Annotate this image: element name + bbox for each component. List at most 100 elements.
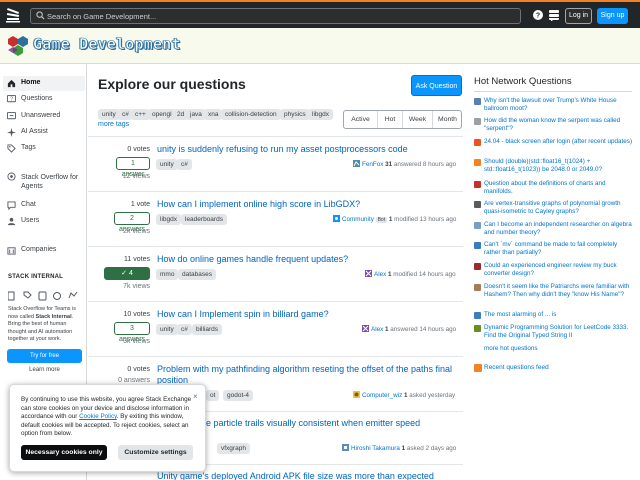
view-count: 2k views — [123, 228, 150, 235]
tag-collision-detection[interactable]: collision-detection — [221, 109, 281, 120]
tag-vfxgraph[interactable]: vfxgraph — [217, 443, 250, 454]
hot-network-question-link[interactable]: Should (double)(std::float16_t(1024) + s… — [484, 158, 634, 174]
try-for-free-button[interactable]: Try for free — [7, 349, 82, 363]
sidebar-item-label: Unanswered — [21, 112, 61, 119]
tag-libgdx[interactable]: libgdx — [308, 109, 333, 120]
tag-java[interactable]: java — [186, 109, 206, 120]
question-title-link[interactable]: How can I Implement spin in billiard gam… — [157, 309, 457, 320]
filter-month[interactable]: Month — [433, 111, 461, 128]
user-avatar-icon[interactable] — [362, 325, 369, 332]
sidebar-item-questions[interactable]: ? Questions — [3, 92, 85, 107]
tag-mmo[interactable]: mmo — [156, 269, 179, 280]
hot-network-question-link[interactable]: Why isn't the lawsuit over Trump's White… — [484, 97, 634, 113]
activity-time[interactable]: answered 14 hours ago — [390, 326, 456, 333]
sidebar-item-unanswered[interactable]: Unanswered — [3, 109, 85, 124]
tag-unity[interactable]: unity — [156, 159, 178, 170]
hot-network-question-link[interactable]: Question about the definitions of charts… — [484, 180, 634, 196]
hot-network-question-link[interactable]: 24.04 - black screen after login (after … — [484, 138, 634, 146]
search-box[interactable] — [30, 8, 521, 24]
tag-billiards[interactable]: billiards — [192, 324, 223, 335]
site-icon — [474, 139, 481, 146]
sidebar-item-home[interactable]: Home — [3, 76, 85, 91]
user-link[interactable]: Hiroshi Takamura — [351, 445, 400, 452]
user-avatar-icon[interactable] — [342, 444, 349, 451]
question-title-link[interactable]: How do online games handle frequent upda… — [157, 254, 457, 265]
tag-csharp[interactable]: c# — [177, 159, 192, 170]
cookie-policy-link[interactable]: Cookie Policy — [79, 413, 117, 420]
agents-icon — [7, 172, 16, 181]
divider — [474, 91, 632, 92]
activity-time[interactable]: answered 8 hours ago — [394, 161, 456, 168]
user-reputation: 1 — [401, 445, 406, 452]
necessary-cookies-button[interactable]: Necessary cookies only — [21, 445, 107, 460]
tag-leaderboards[interactable]: leaderboards — [181, 214, 227, 225]
sidebar-item-agents[interactable]: Stack Overflow for Agents — [3, 170, 85, 192]
user-link[interactable]: Alex — [374, 271, 386, 278]
activity-time[interactable]: asked 2 days ago — [407, 445, 456, 452]
question-title-link[interactable]: How can I implement online high score in… — [157, 199, 457, 210]
tag-unity[interactable]: unity — [156, 324, 178, 335]
activity-time[interactable]: modified 13 hours ago — [394, 216, 456, 223]
sidebar-item-chat[interactable]: Chat — [3, 198, 85, 213]
stack-exchange-logo-icon[interactable] — [6, 7, 22, 23]
question-title-link[interactable]: Problem with my pathfinding algorithm re… — [157, 364, 457, 386]
tag-opengl[interactable]: opengl — [148, 109, 176, 120]
tag-databases[interactable]: databases — [178, 269, 216, 280]
user-avatar-icon[interactable] — [365, 270, 372, 277]
tag-xna[interactable]: xna — [204, 109, 223, 120]
recent-questions-feed-link[interactable]: Recent questions feed — [484, 364, 549, 371]
tag-physics[interactable]: physics — [280, 109, 310, 120]
learn-more-link[interactable]: Learn more — [0, 367, 89, 373]
filter-active[interactable]: Active — [344, 111, 377, 128]
hot-network-question-link[interactable]: How did the woman know the serpent was c… — [484, 117, 634, 133]
game-development-logo-icon[interactable] — [7, 35, 29, 57]
tag-libgdx[interactable]: libgdx — [156, 214, 181, 225]
hot-network-question-link[interactable]: The most alarming of ... is — [484, 311, 634, 319]
rss-icon[interactable] — [474, 364, 482, 372]
help-icon[interactable]: ? — [532, 9, 544, 21]
user-link[interactable]: Computer_wiz — [362, 392, 402, 399]
filter-week[interactable]: Week — [403, 111, 432, 128]
close-icon[interactable]: × — [193, 392, 198, 401]
user-reputation: 1 — [385, 326, 389, 333]
user-link[interactable]: Alex — [371, 326, 383, 333]
activity-time[interactable]: modified 14 hours ago — [393, 271, 455, 278]
filter-hot[interactable]: Hot — [378, 111, 402, 128]
tag-unity[interactable]: unity — [98, 109, 120, 120]
sidebar-item-ai-assist[interactable]: AI Assist — [3, 125, 85, 140]
search-input[interactable] — [47, 10, 507, 22]
question-meta: Alex 1 modified 14 hours ago — [365, 270, 456, 278]
user-avatar-icon[interactable] — [353, 391, 360, 398]
site-switcher-icon[interactable] — [548, 9, 560, 21]
hot-network-question-link[interactable]: Are vertex-transitive graphs of polynomi… — [484, 200, 634, 216]
question-title-link[interactable]: e particle trails visually consistent wh… — [206, 418, 456, 429]
more-tags-link[interactable]: more tags — [98, 121, 129, 128]
hot-network-question-link[interactable]: Could an experienced engineer review my … — [484, 262, 634, 278]
sidebar-item-label: Stack Overflow for Agents — [21, 174, 79, 190]
more-hot-questions-link[interactable]: more hot questions — [484, 345, 634, 353]
hot-network-question-link[interactable]: Doesn't it seem like the Patriarchs were… — [484, 283, 634, 299]
ask-question-button[interactable]: Ask Question — [411, 75, 462, 96]
tag-csharp[interactable]: c# — [177, 324, 192, 335]
site-title[interactable]: Game Development — [33, 35, 181, 54]
activity-time[interactable]: asked yesterday — [409, 392, 455, 399]
hot-network-question-link[interactable]: Can I become an independent researcher o… — [484, 221, 634, 237]
hot-network-question-link[interactable]: Can't `mv` command be made to fail compl… — [484, 241, 634, 257]
signup-button[interactable]: Sign up — [597, 8, 628, 24]
user-avatar-icon[interactable] — [353, 160, 360, 167]
customize-settings-button[interactable]: Customize settings — [118, 445, 193, 460]
question-meta: Hiroshi Takamura 1 asked 2 days ago — [342, 444, 456, 452]
sidebar-item-tags[interactable]: Tags — [3, 141, 85, 156]
community-avatar-icon[interactable] — [333, 215, 340, 222]
tag-godot-4[interactable]: godot-4 — [223, 390, 254, 401]
sidebar-item-users[interactable]: Users — [3, 214, 85, 229]
hot-network-question-link[interactable]: Dynamic Programming Solution for LeetCod… — [484, 324, 634, 340]
sidebar-item-companies[interactable]: Companies — [3, 243, 85, 258]
user-link[interactable]: Community — [342, 216, 374, 223]
question-title-link[interactable]: unity is suddenly refusing to run my ass… — [157, 144, 457, 155]
user-link[interactable]: FenFox — [362, 161, 383, 168]
login-button[interactable]: Log in — [565, 8, 592, 24]
question-title-link[interactable]: Unity game's deployed Android APK file s… — [157, 471, 457, 480]
vote-count: 10 votes — [123, 311, 150, 318]
tag-godot[interactable]: ot — [206, 390, 220, 401]
